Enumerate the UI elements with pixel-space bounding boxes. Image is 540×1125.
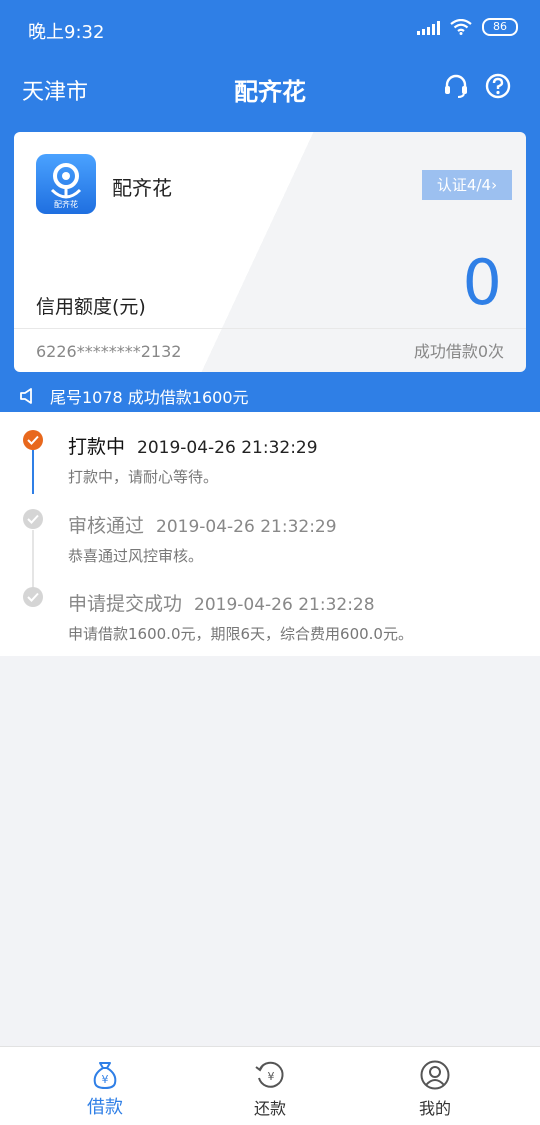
status-icons: 86 [417, 18, 518, 36]
check-active-icon [23, 430, 43, 450]
progress-timeline: 打款中 2019-04-26 21:32:29 打款中，请耐心等待。 审核通过 20… [0, 412, 540, 656]
nav-bar: 天津市 配齐花 [0, 58, 540, 120]
bank-card-number: 6226********2132 [36, 342, 182, 361]
step-time: 2019-04-26 21:32:28 [194, 595, 375, 615]
credit-label: 信用额度(元) [36, 296, 146, 318]
app-name: 配齐花 [112, 176, 172, 200]
step-time: 2019-04-26 21:32:29 [137, 438, 318, 458]
battery-indicator: 86 [482, 18, 518, 36]
auth-badge-button[interactable]: 认证4/4› [422, 170, 512, 200]
step-title-text: 审核通过 [68, 515, 145, 537]
divider [14, 328, 526, 329]
step-title-text: 打款中 [68, 436, 126, 458]
check-inactive-icon [23, 509, 43, 529]
tab-repay[interactable]: ¥ 还款 [210, 1047, 330, 1125]
notice-text: 尾号1078 成功借款1600元 [50, 388, 249, 407]
step-description: 申请借款1600.0元，期限6天，综合费用600.0元。 [68, 625, 413, 643]
status-time: 晚上9:32 [28, 22, 105, 43]
success-count: 成功借款0次 [413, 342, 504, 361]
step-title: 审核通过 2019-04-26 21:32:29 [68, 511, 337, 538]
help-icon[interactable] [484, 72, 512, 100]
svg-text:¥: ¥ [102, 1073, 109, 1086]
tab-borrow[interactable]: ¥ 借款 [45, 1047, 165, 1125]
check-inactive-icon [23, 587, 43, 607]
user-icon [420, 1060, 450, 1090]
svg-text:¥: ¥ [268, 1070, 275, 1083]
step-description: 恭喜通过风控审核。 [68, 547, 204, 565]
app-logo: 配齐花 [36, 154, 96, 214]
bottom-tab-bar: ¥ 借款 ¥ 还款 我的 [0, 1046, 540, 1125]
credit-card-panel: 配齐花 配齐花 认证4/4› 信用额度(元) 0 6226********213… [14, 132, 526, 372]
wifi-icon [450, 19, 472, 35]
step-description: 打款中，请耐心等待。 [68, 468, 219, 486]
headset-icon[interactable] [442, 72, 470, 100]
signal-icon [417, 19, 440, 35]
step-title: 申请提交成功 2019-04-26 21:32:28 [68, 589, 375, 616]
status-bar: 晚上9:32 86 [0, 0, 540, 58]
tab-label: 我的 [418, 1099, 451, 1118]
step-title: 打款中 2019-04-26 21:32:29 [68, 432, 318, 459]
nav-actions [442, 72, 512, 100]
repay-icon: ¥ [255, 1061, 284, 1088]
timeline-connector [32, 530, 34, 592]
timeline-connector [32, 450, 34, 494]
step-time: 2019-04-26 21:32:29 [156, 517, 337, 537]
credit-value: 0 [462, 246, 502, 319]
speaker-icon [20, 388, 32, 404]
tab-profile[interactable]: 我的 [375, 1047, 495, 1125]
logo-label: 配齐花 [54, 200, 78, 209]
step-title-text: 申请提交成功 [68, 593, 183, 615]
flower-logo-icon [50, 163, 82, 199]
chevron-right-icon: › [491, 176, 498, 194]
notice-bar: 尾号1078 成功借款1600元 [0, 380, 540, 412]
auth-badge-label: 认证4/4 [436, 176, 492, 194]
tab-label: 借款 [87, 1097, 123, 1118]
tab-label: 还款 [253, 1099, 286, 1118]
money-bag-icon: ¥ [93, 1062, 117, 1090]
